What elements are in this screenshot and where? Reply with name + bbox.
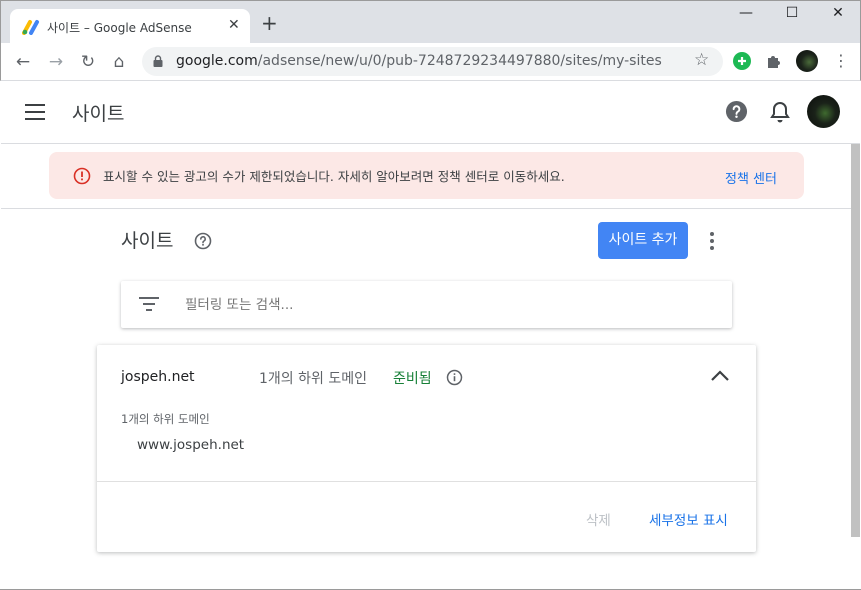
browser-toolbar: ← → ↻ ⌂ google.com/adsense/new/u/0/pub-7… xyxy=(0,43,861,81)
minimize-icon[interactable]: — xyxy=(731,5,761,21)
error-icon xyxy=(73,167,91,185)
adsense-page: 사이트 표시할 수 있는 광고의 수가 제한되었습니다. 자세히 알아보려면 정… xyxy=(1,81,860,590)
policy-warning-banner: 표시할 수 있는 광고의 수가 제한되었습니다. 자세히 알아보려면 정책 센터… xyxy=(49,152,804,199)
bookmark-star-icon[interactable]: ☆ xyxy=(694,50,709,70)
sites-help-icon[interactable] xyxy=(194,232,212,250)
browser-titlebar: 사이트 – Google AdSense ✕ + — ☐ ✕ xyxy=(0,0,861,45)
browser-menu-icon[interactable]: ⋮ xyxy=(833,51,849,71)
new-tab-icon[interactable]: + xyxy=(261,13,278,33)
notifications-bell-icon[interactable] xyxy=(769,100,791,124)
reload-icon[interactable]: ↻ xyxy=(77,51,99,73)
section-divider xyxy=(1,208,851,209)
chevron-up-icon[interactable] xyxy=(710,369,730,383)
account-avatar[interactable] xyxy=(807,95,840,128)
policy-center-link[interactable]: 정책 센터 xyxy=(725,168,777,187)
adsense-logo-icon xyxy=(22,20,39,35)
banner-message: 표시할 수 있는 광고의 수가 제한되었습니다. 자세히 알아보려면 정책 센터… xyxy=(103,169,565,184)
tab-close-icon[interactable]: ✕ xyxy=(228,17,240,33)
site-name: jospeh.net xyxy=(121,369,195,385)
page-title: 사이트 xyxy=(72,103,125,125)
extensions-puzzle-icon[interactable] xyxy=(764,51,784,71)
app-header: 사이트 xyxy=(1,81,860,144)
subdomain-item: www.jospeh.net xyxy=(137,437,245,453)
extension-green-icon[interactable] xyxy=(732,51,752,71)
sites-section-title: 사이트 xyxy=(121,230,174,252)
forward-icon[interactable]: → xyxy=(45,51,67,73)
filter-icon xyxy=(139,297,159,311)
tab-title: 사이트 – Google AdSense xyxy=(47,21,192,35)
maximize-icon[interactable]: ☐ xyxy=(777,5,807,21)
window-close-icon[interactable]: ✕ xyxy=(823,5,853,21)
profile-avatar-small[interactable] xyxy=(796,50,818,72)
url-text: google.com/adsense/new/u/0/pub-724872923… xyxy=(176,53,662,69)
back-icon[interactable]: ← xyxy=(12,51,34,73)
filter-search-box[interactable] xyxy=(121,281,732,328)
site-card: jospeh.net 1개의 하위 도메인 준비됨 1개의 하위 도메인 www… xyxy=(97,345,756,552)
show-details-button[interactable]: 세부정보 표시 xyxy=(649,509,728,529)
more-options-icon[interactable] xyxy=(704,231,720,251)
menu-icon[interactable] xyxy=(25,104,45,120)
address-bar[interactable]: google.com/adsense/new/u/0/pub-724872923… xyxy=(142,47,723,76)
filter-search-input[interactable] xyxy=(185,294,715,316)
info-icon[interactable] xyxy=(446,369,463,386)
lock-icon xyxy=(153,55,163,67)
subdomain-section-label: 1개의 하위 도메인 xyxy=(121,412,210,426)
status-badge: 준비됨 xyxy=(393,371,432,387)
delete-button[interactable]: 삭제 xyxy=(586,509,611,529)
help-icon[interactable] xyxy=(725,100,748,123)
browser-tab-active[interactable]: 사이트 – Google AdSense ✕ xyxy=(10,9,250,45)
home-icon[interactable]: ⌂ xyxy=(108,51,130,73)
page-scrollbar[interactable] xyxy=(851,144,860,537)
add-site-button[interactable]: 사이트 추가 xyxy=(598,222,688,259)
card-divider xyxy=(97,481,756,482)
subdomain-count: 1개의 하위 도메인 xyxy=(259,371,367,387)
